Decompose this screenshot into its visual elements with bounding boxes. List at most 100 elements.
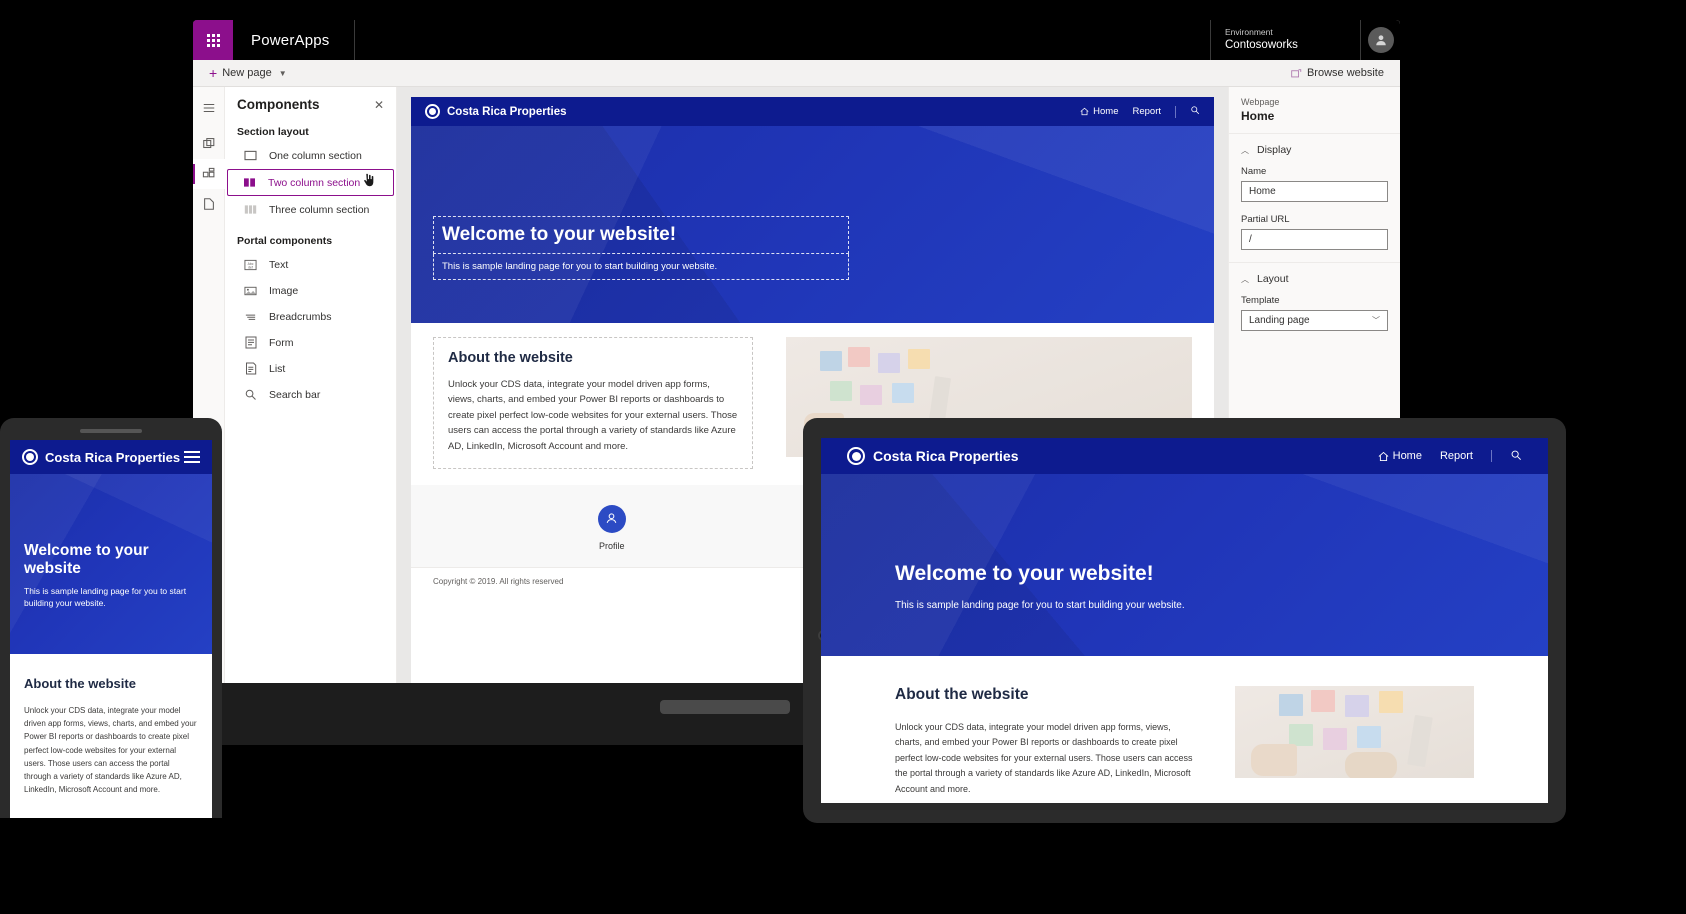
tablet-device-preview: Costa Rica Properties Home Report Welcom… — [803, 418, 1566, 823]
component-search-bar[interactable]: Search bar — [229, 382, 392, 407]
hamburger-menu-button[interactable] — [193, 93, 225, 123]
waffle-button[interactable] — [193, 20, 233, 60]
group-label-portal-components: Portal components — [237, 235, 333, 247]
tablet-nav-item-home[interactable]: Home — [1378, 450, 1422, 462]
form-icon — [241, 333, 260, 352]
new-page-button[interactable]: + New page ▼ — [203, 66, 293, 80]
component-list[interactable]: List — [229, 356, 392, 381]
name-label: Name — [1241, 166, 1267, 177]
component-label: Image — [269, 284, 299, 297]
name-field-group: Name Home — [1229, 162, 1400, 210]
hamburger-menu-icon — [203, 103, 214, 113]
ring-logo-icon — [847, 447, 865, 465]
person-icon — [597, 504, 626, 533]
component-label: Breadcrumbs — [269, 310, 332, 323]
tablet-site-header: Costa Rica Properties Home Report — [821, 438, 1548, 474]
site-search-button[interactable] — [1190, 105, 1200, 118]
display-section-label: Display — [1257, 144, 1292, 156]
hero-subtitle-block[interactable]: This is sample landing page for you to s… — [433, 254, 849, 280]
hero-title-block[interactable]: Welcome to your website! — [433, 216, 849, 254]
rail-item-components[interactable] — [193, 159, 225, 189]
components-icon — [202, 167, 214, 178]
image-icon — [241, 281, 260, 300]
tablet-hero-section: Welcome to your website! This is sample … — [821, 474, 1548, 656]
account-button[interactable] — [1360, 20, 1400, 60]
tablet-about-image — [1235, 686, 1474, 778]
site-header: Costa Rica Properties Home Report — [411, 97, 1214, 126]
tablet-footer-strip — [821, 797, 1548, 803]
browse-website-button[interactable]: Browse website — [1285, 67, 1390, 79]
home-icon — [1378, 451, 1389, 461]
component-label: Form — [269, 336, 294, 349]
partial-url-field-group: Partial URL / — [1229, 210, 1400, 258]
phone-hero-title: Welcome to your website — [24, 542, 149, 577]
nav-item-home[interactable]: Home — [1080, 106, 1118, 117]
monitor-neck — [660, 700, 790, 714]
component-three-column-section[interactable]: Three column section — [229, 197, 392, 222]
component-one-column-section[interactable]: One column section — [229, 143, 392, 168]
partial-url-input[interactable]: / — [1241, 229, 1388, 250]
tablet-nav-item-label: Report — [1439, 450, 1473, 462]
tablet-site-brand[interactable]: Costa Rica Properties — [847, 447, 1019, 465]
tablet-hero-title: Welcome to your website! — [895, 562, 1154, 585]
template-select[interactable]: Landing page ﹀ — [1241, 310, 1388, 331]
component-image[interactable]: Image — [229, 278, 392, 303]
quicklink-profile[interactable]: Profile — [527, 504, 697, 551]
tablet-nav-separator — [1491, 450, 1492, 462]
component-label: Three column section — [269, 203, 370, 216]
open-in-new-window-icon — [1291, 68, 1302, 77]
search-icon — [1511, 450, 1521, 460]
nav-item-label: Report — [1132, 106, 1161, 117]
pages-icon — [202, 138, 214, 149]
chevron-down-icon: ﹀ — [1372, 316, 1380, 325]
themes-icon — [203, 198, 214, 210]
hero-subtitle: This is sample landing page for you to s… — [442, 261, 718, 272]
hero-title: Welcome to your website! — [442, 224, 677, 245]
hamburger-menu-icon[interactable] — [184, 451, 200, 463]
phone-screen: Costa Rica Properties Welcome to your we… — [10, 440, 212, 818]
layout-section-label: Layout — [1257, 273, 1289, 285]
plus-icon: + — [209, 65, 218, 81]
ring-logo-icon — [22, 449, 38, 465]
list-icon — [241, 359, 260, 378]
about-title: About the website — [448, 350, 573, 366]
tablet-about-text: About the website Unlock your CDS data, … — [895, 686, 1195, 797]
nav-item-report[interactable]: Report — [1132, 106, 1161, 117]
component-form[interactable]: Form — [229, 330, 392, 355]
template-label: Template — [1241, 295, 1280, 306]
phone-site-brand[interactable]: Costa Rica Properties — [22, 449, 180, 465]
one-column-icon — [241, 146, 260, 165]
environment-picker[interactable]: Environment Contosoworks — [1210, 20, 1360, 60]
phone-about-body: Unlock your CDS data, integrate your mod… — [24, 706, 197, 795]
hero-section: Welcome to your website! This is sample … — [411, 126, 1214, 323]
tablet-about-title: About the website — [895, 686, 1029, 703]
search-icon — [1191, 106, 1200, 115]
tablet-site-nav: Home Report — [1378, 449, 1522, 464]
site-nav: Home Report — [1080, 105, 1200, 118]
close-icon[interactable]: ✕ — [374, 99, 384, 111]
search-icon — [241, 385, 260, 404]
name-input[interactable]: Home — [1241, 181, 1388, 202]
suite-spacer — [355, 20, 1210, 60]
component-label: List — [269, 362, 286, 375]
ring-logo-icon — [425, 104, 440, 119]
app-title[interactable]: PowerApps — [233, 20, 355, 60]
about-text-column[interactable]: About the website Unlock your CDS data, … — [433, 337, 753, 469]
group-label-section-layout: Section layout — [237, 126, 309, 138]
tablet-nav-item-report[interactable]: Report — [1440, 450, 1473, 462]
properties-kicker: Webpage — [1241, 97, 1280, 107]
rail-item-themes[interactable] — [193, 189, 225, 219]
component-text[interactable]: Abc def Text — [229, 252, 392, 277]
properties-header: Webpage Home — [1229, 87, 1400, 134]
tablet-search-button[interactable] — [1510, 449, 1522, 464]
site-brand[interactable]: Costa Rica Properties — [425, 104, 567, 119]
display-section-toggle[interactable]: ︿ Display — [1229, 134, 1400, 162]
two-column-icon — [240, 173, 259, 192]
partial-url-label: Partial URL — [1241, 214, 1290, 225]
layout-section-toggle[interactable]: ︿ Layout — [1229, 263, 1400, 291]
hero-content: Welcome to your website! This is sample … — [433, 216, 849, 280]
component-two-column-section[interactable]: Two column section — [227, 169, 394, 196]
component-breadcrumbs[interactable]: Breadcrumbs — [229, 304, 392, 329]
browse-website-label: Browse website — [1306, 67, 1384, 79]
rail-item-pages[interactable] — [193, 129, 225, 159]
